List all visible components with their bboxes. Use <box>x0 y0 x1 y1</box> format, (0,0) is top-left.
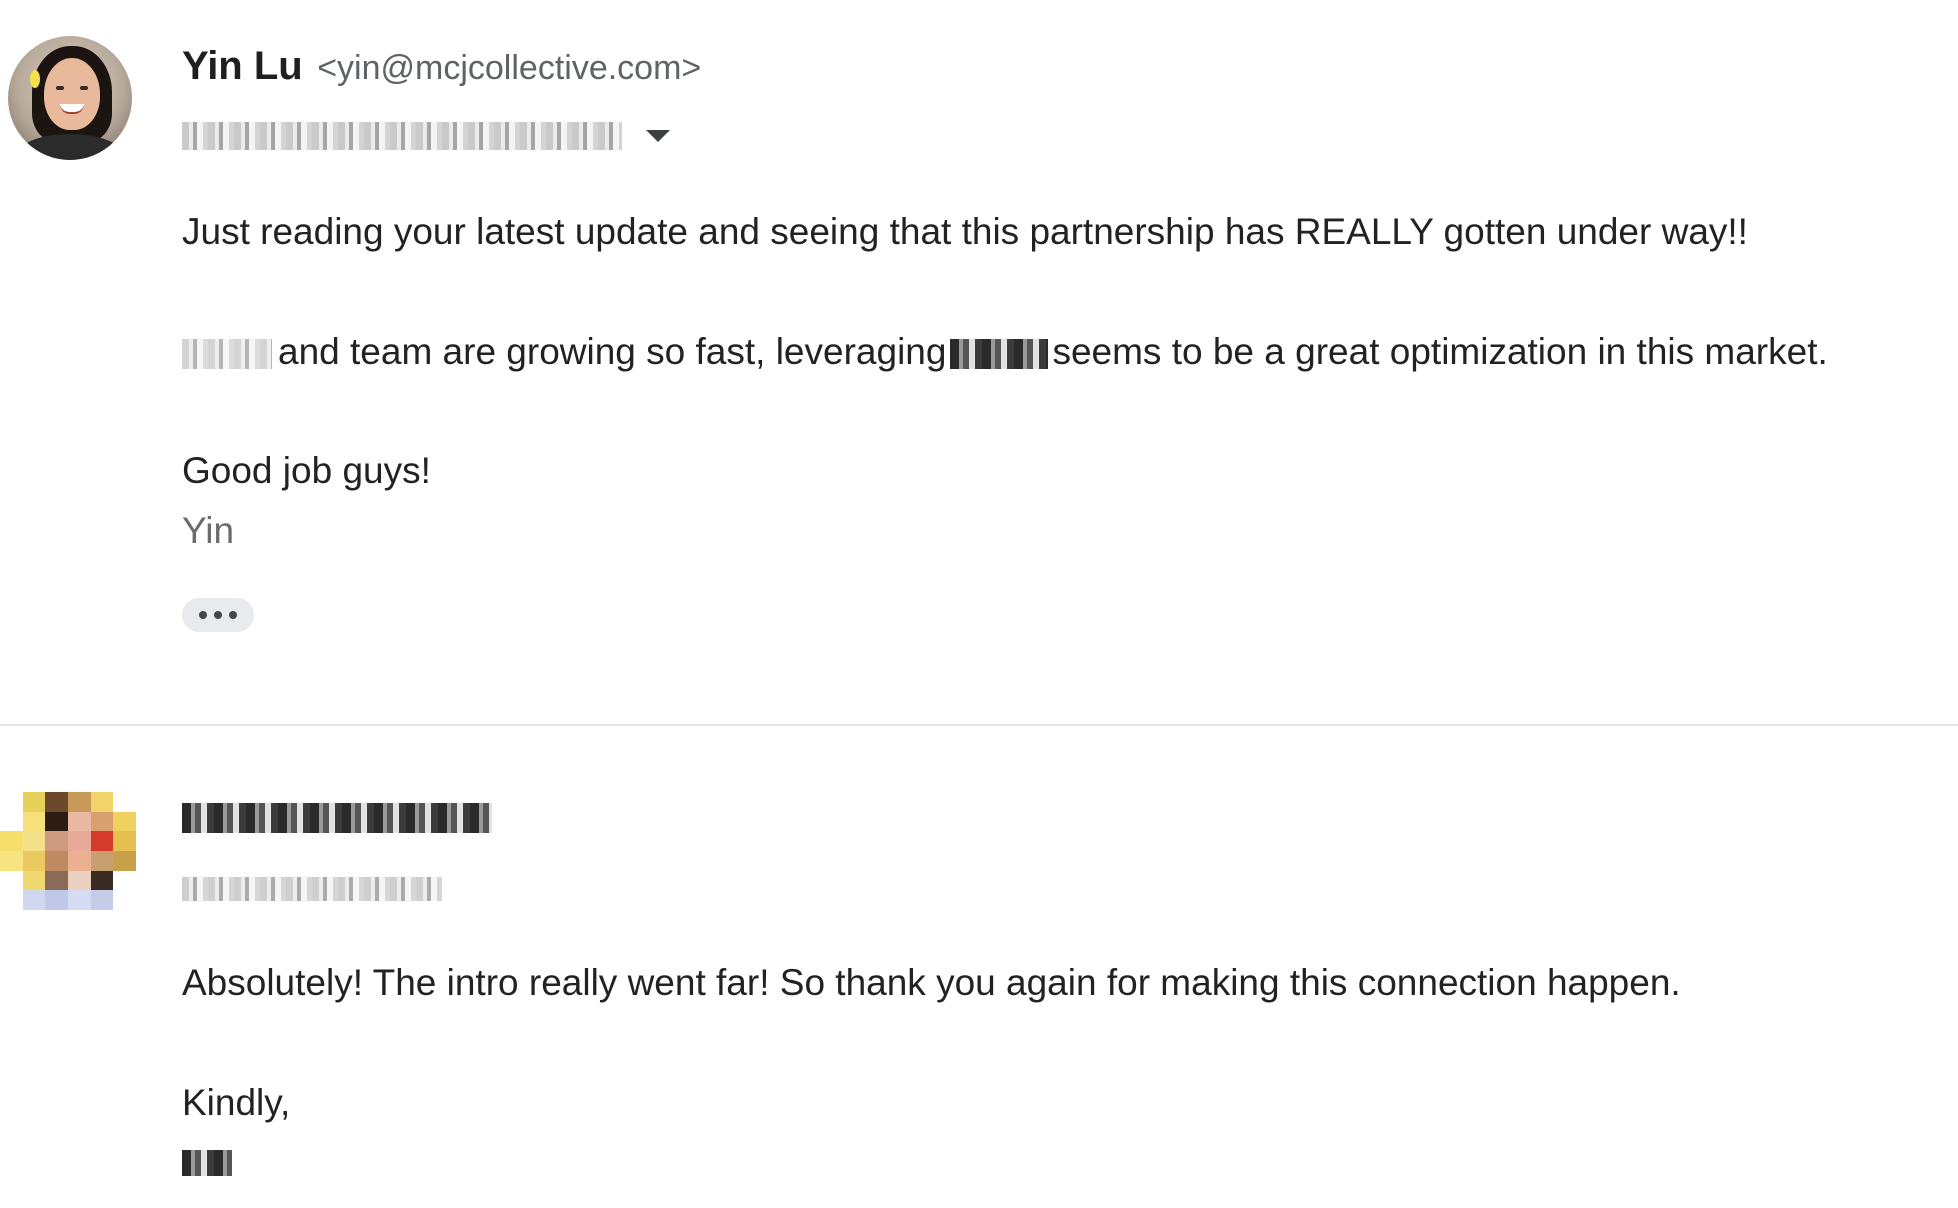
sender-avatar[interactable] <box>8 36 132 160</box>
sender-header: Yin Lu <yin@mcjcollective.com> <box>182 42 701 99</box>
message-text: seems to be a great optimization in this… <box>1052 331 1828 372</box>
redacted-company <box>950 339 1049 370</box>
redacted-signature <box>182 1150 232 1176</box>
more-horizontal-icon <box>199 611 207 619</box>
message-paragraph: Kindly, <box>182 1082 291 1123</box>
message-paragraph: Good job guys! <box>182 450 431 491</box>
sender-email: <yin@mcjcollective.com> <box>317 49 702 87</box>
message-divider <box>0 724 1958 726</box>
redacted-sender-name[interactable] <box>182 803 492 833</box>
recipients-row <box>182 874 442 904</box>
sender-name[interactable]: Yin Lu <box>182 44 303 88</box>
signature: Yin <box>182 510 235 551</box>
sender-header <box>182 800 492 836</box>
message-paragraph: Absolutely! The intro really went far! S… <box>182 962 1681 1003</box>
redacted-recipients <box>182 122 622 150</box>
redacted-name <box>182 339 272 370</box>
message-text: and team are growing so fast, leveraging <box>278 331 947 372</box>
email-thread: Yin Lu <yin@mcjcollective.com> Just read… <box>0 0 1958 1208</box>
message-paragraph: Just reading your latest update and seei… <box>182 211 1748 252</box>
recipients-row <box>182 118 670 154</box>
chevron-down-icon[interactable] <box>646 130 670 142</box>
show-trimmed-content-button[interactable] <box>182 598 254 632</box>
message-1: Yin Lu <yin@mcjcollective.com> Just read… <box>0 0 1958 725</box>
message-paragraph: and team are growing so fast, leveraging… <box>182 330 1828 374</box>
sender-avatar[interactable] <box>0 792 136 910</box>
redacted-recipients[interactable] <box>182 877 442 901</box>
